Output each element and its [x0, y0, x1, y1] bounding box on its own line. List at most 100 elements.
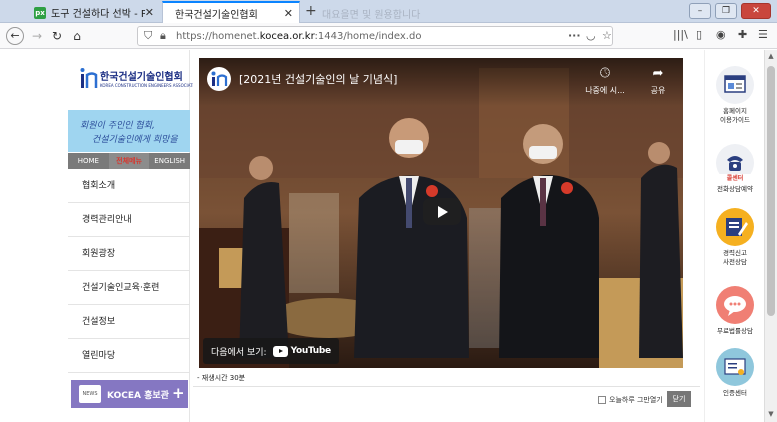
quick-link-callcenter-label: 전화상담예약	[717, 185, 753, 193]
slogan-line-1: 회원이 주인인 협회,	[80, 121, 155, 131]
menu-item-education[interactable]: 건설기술인교육·훈련	[68, 271, 190, 305]
promo-label: KOCEA 홍보관	[107, 391, 169, 401]
scroll-down-arrow-icon[interactable]: ▼	[765, 410, 777, 418]
slogan-banner: 회원이 주인인 협회, 건설기술인에게 희망을	[68, 110, 190, 152]
utility-links: HOME 전체메뉴 ENGLISH	[68, 153, 190, 169]
tab-favicon	[169, 7, 171, 19]
slogan-line-2: 건설기술인에게 희망을	[92, 135, 178, 145]
forward-arrow-icon[interactable]: →	[28, 27, 46, 45]
share-button[interactable]: ➦ 공유	[644, 66, 672, 96]
close-tab-icon[interactable]: ✕	[284, 7, 293, 20]
menu-icon[interactable]: ☰	[758, 28, 768, 41]
restore-icon[interactable]: ❐	[715, 3, 737, 19]
youtube-icon	[272, 345, 288, 357]
close-window-icon[interactable]: ✕	[741, 3, 771, 19]
quick-link-career-label-1: 경력신고	[723, 249, 747, 257]
menu-item-open-forum[interactable]: 열린마당	[68, 339, 190, 373]
english-link[interactable]: ENGLISH	[149, 153, 190, 169]
edit-form-icon	[716, 208, 754, 246]
dont-show-today-checkbox[interactable]	[598, 396, 606, 404]
shield-icon[interactable]: ⛉	[144, 29, 152, 43]
video-popup: [2021년 건설기술인의 날 기념식] 🕓︎ 나중에 시... ➦ 공유 다음…	[193, 50, 700, 410]
menu-item-members[interactable]: 회원광장	[68, 237, 190, 271]
watch-on-youtube-button[interactable]: 다음에서 보기: YouTube	[203, 338, 339, 364]
menu-item-info[interactable]: 건설정보	[68, 305, 190, 339]
channel-avatar[interactable]	[207, 67, 231, 91]
callcenter-badge: 콜센터	[718, 174, 752, 183]
account-icon[interactable]: ◉	[716, 28, 726, 41]
quick-link-guide[interactable]: 홈페이지 이용가이드	[705, 66, 765, 125]
kocea-logo-mark-icon	[80, 68, 98, 88]
window-controls: – ❐ ✕	[689, 3, 771, 19]
kocea-logo-icon	[211, 71, 228, 86]
popup-footer: 오늘하루 그만열기 닫기	[193, 386, 700, 410]
back-arrow-icon[interactable]: ←	[6, 27, 24, 45]
site-logo[interactable]: 한국건설기술인협회 KOREA CONSTRUCTION ENGINEERS A…	[80, 66, 200, 94]
tab-pixabay[interactable]: px 도구 건설하다 선박 - Pixabay의 ✕	[28, 2, 160, 23]
quick-link-guide-label-1: 홈페이지	[723, 107, 747, 115]
menu-item-about[interactable]: 협회소개	[68, 169, 190, 203]
close-popup-button[interactable]: 닫기	[667, 391, 691, 407]
chat-bubble-icon	[716, 286, 754, 324]
dont-show-today-label[interactable]: 오늘하루 그만열기	[609, 395, 663, 405]
main-menu: 협회소개 경력관리안내 회원광장 건설기술인교육·훈련 건설정보 열린마당	[68, 169, 190, 373]
sidebar-icon[interactable]: ▯	[696, 28, 702, 41]
address-bar[interactable]: ⛉ 🔒︎ https://homenet.kocea.or.kr:1443/ho…	[137, 26, 613, 46]
quick-link-career-label-2: 사전상담	[723, 258, 747, 266]
extensions-icon[interactable]: ✚	[738, 28, 747, 41]
pixabay-favicon: px	[34, 6, 46, 19]
kocea-promo-button[interactable]: NEWS KOCEA 홍보관 +	[71, 380, 188, 408]
video-title-bar: [2021년 건설기술인의 날 기념식] 🕓︎ 나중에 시... ➦ 공유	[199, 58, 683, 106]
all-menu-link[interactable]: 전체메뉴	[108, 153, 150, 169]
video-title[interactable]: [2021년 건설기술인의 날 기념식]	[239, 71, 397, 87]
new-tab-button[interactable]: +	[305, 4, 317, 18]
url-text[interactable]: https://homenet.kocea.or.kr:1443/home/in…	[176, 31, 421, 42]
share-label: 공유	[650, 86, 666, 95]
quick-link-cert-label: 인증센터	[723, 389, 747, 397]
clock-icon: 🕓︎	[599, 66, 611, 81]
ghost-tab-title: 대요을면 및 원용합니다	[322, 10, 421, 21]
play-icon	[438, 206, 448, 218]
site-sidebar: 한국건설기술인협회 KOREA CONSTRUCTION ENGINEERS A…	[68, 50, 200, 422]
reload-icon[interactable]: ↻	[48, 27, 66, 45]
menu-item-career[interactable]: 경력관리안내	[68, 203, 190, 237]
home-icon[interactable]: ⌂	[68, 27, 86, 45]
minimize-icon[interactable]: –	[689, 3, 711, 19]
scroll-thumb[interactable]	[767, 66, 775, 316]
navigation-toolbar: ← → ↻ ⌂ ⛉ 🔒︎ https://homenet.kocea.or.kr…	[0, 23, 777, 49]
tab-title: 한국건설기술인협회	[175, 9, 258, 21]
close-tab-icon[interactable]: ✕	[145, 6, 154, 19]
logo-name: 한국건설기술인협회	[100, 72, 183, 83]
quick-link-callcenter[interactable]: 콜센터 전화상담예약	[705, 144, 765, 194]
page-scrollbar[interactable]: ▲ ▼	[764, 50, 777, 422]
tab-kocea[interactable]: 한국건설기술인협회 ✕	[162, 1, 300, 23]
library-icon[interactable]: |||\	[673, 28, 688, 41]
home-link[interactable]: HOME	[68, 153, 109, 169]
scroll-up-arrow-icon[interactable]: ▲	[765, 52, 777, 60]
quick-link-guide-label-2: 이용가이드	[720, 116, 750, 124]
lock-icon[interactable]: 🔒︎	[160, 29, 166, 43]
youtube-video-player[interactable]: [2021년 건설기술인의 날 기념식] 🕓︎ 나중에 시... ➦ 공유 다음…	[199, 58, 683, 368]
tab-title: 도구 건설하다 선박 - Pixabay의	[51, 9, 145, 20]
watch-later-button[interactable]: 🕓︎ 나중에 시...	[582, 66, 628, 96]
news-icon: NEWS	[79, 385, 101, 403]
browser-window: px 도구 건설하다 선박 - Pixabay의 ✕ 한국건설기술인협회 ✕ +…	[0, 0, 777, 422]
url-domain: kocea.or.kr	[259, 31, 315, 42]
page-actions-icon[interactable]: ···	[568, 29, 581, 42]
pocket-icon[interactable]: ◡	[586, 29, 596, 42]
quick-link-legal-advice[interactable]: 무료법률상담	[705, 286, 765, 336]
watch-later-label: 나중에 시...	[585, 86, 625, 95]
plus-icon: +	[172, 384, 185, 402]
phone-icon: 콜센터	[716, 144, 754, 183]
share-arrow-icon: ➦	[652, 66, 664, 81]
certificate-icon	[716, 348, 754, 386]
quick-link-career-report[interactable]: 경력신고 사전상담	[705, 208, 765, 267]
url-prefix: https://homenet.	[176, 31, 260, 42]
quick-link-legal-label: 무료법률상담	[717, 327, 753, 335]
url-suffix: :1443/home/index.do	[314, 31, 422, 42]
play-button[interactable]	[423, 198, 461, 225]
quick-links: 홈페이지 이용가이드 콜센터 전화상담예약 경력신고 사전상담 무료법률상담 인…	[704, 50, 764, 422]
runtime-note: - 재생시간 30분	[197, 374, 246, 382]
quick-link-certification[interactable]: 인증센터	[705, 348, 765, 398]
bookmark-star-icon[interactable]: ☆	[602, 29, 612, 42]
